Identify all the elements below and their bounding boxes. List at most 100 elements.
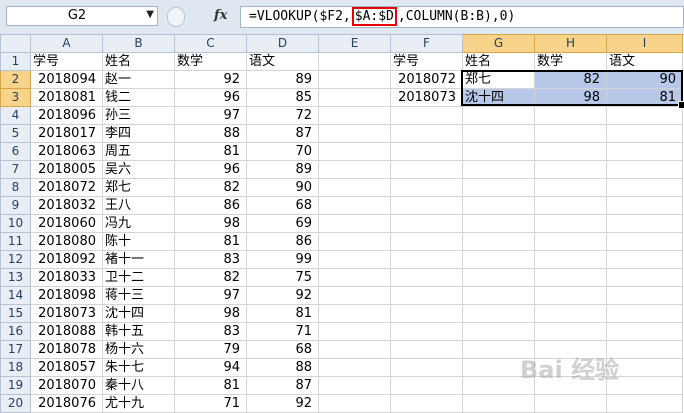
cell-D13[interactable]: 75	[246, 268, 319, 287]
cell-C9[interactable]: 86	[174, 196, 247, 215]
cell-E15[interactable]	[318, 304, 391, 323]
cell-B1[interactable]: 姓名	[102, 52, 175, 71]
cell-B19[interactable]: 秦十八	[102, 376, 175, 395]
select-all-corner[interactable]	[0, 34, 31, 53]
cell-G14[interactable]	[462, 286, 535, 305]
cell-A16[interactable]: 2018088	[30, 322, 103, 341]
cell-B2[interactable]: 赵一	[102, 70, 175, 89]
row-header[interactable]: 19	[0, 376, 31, 395]
cell-F17[interactable]	[390, 340, 463, 359]
cell-E17[interactable]	[318, 340, 391, 359]
cell-D4[interactable]: 72	[246, 106, 319, 125]
cell-H11[interactable]	[534, 232, 607, 251]
cell-F6[interactable]	[390, 142, 463, 161]
cell-C4[interactable]: 97	[174, 106, 247, 125]
cell-H19[interactable]	[534, 376, 607, 395]
cell-C13[interactable]: 82	[174, 268, 247, 287]
cell-H6[interactable]	[534, 142, 607, 161]
cell-C16[interactable]: 83	[174, 322, 247, 341]
cell-F2[interactable]: 2018072	[390, 70, 463, 89]
cell-I6[interactable]	[606, 142, 683, 161]
cell-F10[interactable]	[390, 214, 463, 233]
cell-D19[interactable]: 87	[246, 376, 319, 395]
cell-G17[interactable]	[462, 340, 535, 359]
cell-H13[interactable]	[534, 268, 607, 287]
column-header[interactable]: G	[462, 34, 535, 53]
cell-H1[interactable]: 数学	[534, 52, 607, 71]
cell-B15[interactable]: 沈十四	[102, 304, 175, 323]
row-header[interactable]: 2	[0, 70, 31, 89]
cell-G2[interactable]: 郑七	[462, 70, 535, 89]
row-header[interactable]: 20	[0, 394, 31, 413]
cell-D8[interactable]: 90	[246, 178, 319, 197]
row-header[interactable]: 13	[0, 268, 31, 287]
cell-A13[interactable]: 2018033	[30, 268, 103, 287]
cell-E10[interactable]	[318, 214, 391, 233]
cell-G6[interactable]	[462, 142, 535, 161]
cell-E19[interactable]	[318, 376, 391, 395]
cell-I3[interactable]: 81	[606, 88, 683, 107]
cell-E9[interactable]	[318, 196, 391, 215]
cell-A8[interactable]: 2018072	[30, 178, 103, 197]
cell-A17[interactable]: 2018078	[30, 340, 103, 359]
row-header[interactable]: 17	[0, 340, 31, 359]
cell-I9[interactable]	[606, 196, 683, 215]
cell-A19[interactable]: 2018070	[30, 376, 103, 395]
cell-D14[interactable]: 92	[246, 286, 319, 305]
row-header[interactable]: 14	[0, 286, 31, 305]
cell-D5[interactable]: 87	[246, 124, 319, 143]
fill-handle[interactable]	[678, 101, 684, 109]
column-header[interactable]: D	[246, 34, 319, 53]
cell-C2[interactable]: 92	[174, 70, 247, 89]
cell-F1[interactable]: 学号	[390, 52, 463, 71]
cell-B7[interactable]: 吴六	[102, 160, 175, 179]
cell-A1[interactable]: 学号	[30, 52, 103, 71]
cell-B17[interactable]: 杨十六	[102, 340, 175, 359]
cell-B20[interactable]: 尤十九	[102, 394, 175, 413]
cell-F15[interactable]	[390, 304, 463, 323]
cell-C7[interactable]: 96	[174, 160, 247, 179]
chevron-down-icon[interactable]: ▼	[146, 9, 154, 20]
cell-I1[interactable]: 语文	[606, 52, 683, 71]
cell-D16[interactable]: 71	[246, 322, 319, 341]
cell-F11[interactable]	[390, 232, 463, 251]
cell-I16[interactable]	[606, 322, 683, 341]
cell-F16[interactable]	[390, 322, 463, 341]
cell-E20[interactable]	[318, 394, 391, 413]
cell-F4[interactable]	[390, 106, 463, 125]
cell-B14[interactable]: 蒋十三	[102, 286, 175, 305]
cell-F18[interactable]	[390, 358, 463, 377]
cell-C8[interactable]: 82	[174, 178, 247, 197]
cell-E1[interactable]	[318, 52, 391, 71]
column-header[interactable]: C	[174, 34, 247, 53]
cell-B9[interactable]: 王八	[102, 196, 175, 215]
cell-D11[interactable]: 86	[246, 232, 319, 251]
row-header[interactable]: 12	[0, 250, 31, 269]
cell-C15[interactable]: 98	[174, 304, 247, 323]
column-header[interactable]: I	[606, 34, 683, 53]
cell-H4[interactable]	[534, 106, 607, 125]
cell-C1[interactable]: 数学	[174, 52, 247, 71]
cell-A6[interactable]: 2018063	[30, 142, 103, 161]
cell-B6[interactable]: 周五	[102, 142, 175, 161]
cell-A4[interactable]: 2018096	[30, 106, 103, 125]
row-header[interactable]: 16	[0, 322, 31, 341]
cell-D15[interactable]: 81	[246, 304, 319, 323]
cell-B12[interactable]: 褚十一	[102, 250, 175, 269]
cell-I2[interactable]: 90	[606, 70, 683, 89]
cell-F5[interactable]	[390, 124, 463, 143]
cell-B3[interactable]: 钱二	[102, 88, 175, 107]
cell-A3[interactable]: 2018081	[30, 88, 103, 107]
cell-D18[interactable]: 88	[246, 358, 319, 377]
cell-D1[interactable]: 语文	[246, 52, 319, 71]
cell-H18[interactable]	[534, 358, 607, 377]
insert-function-icon[interactable]: fx	[214, 8, 227, 23]
cell-C6[interactable]: 81	[174, 142, 247, 161]
cell-G10[interactable]	[462, 214, 535, 233]
cell-G16[interactable]	[462, 322, 535, 341]
cell-A12[interactable]: 2018092	[30, 250, 103, 269]
cell-H12[interactable]	[534, 250, 607, 269]
cell-A20[interactable]: 2018076	[30, 394, 103, 413]
row-header[interactable]: 3	[0, 88, 31, 107]
cell-D17[interactable]: 68	[246, 340, 319, 359]
